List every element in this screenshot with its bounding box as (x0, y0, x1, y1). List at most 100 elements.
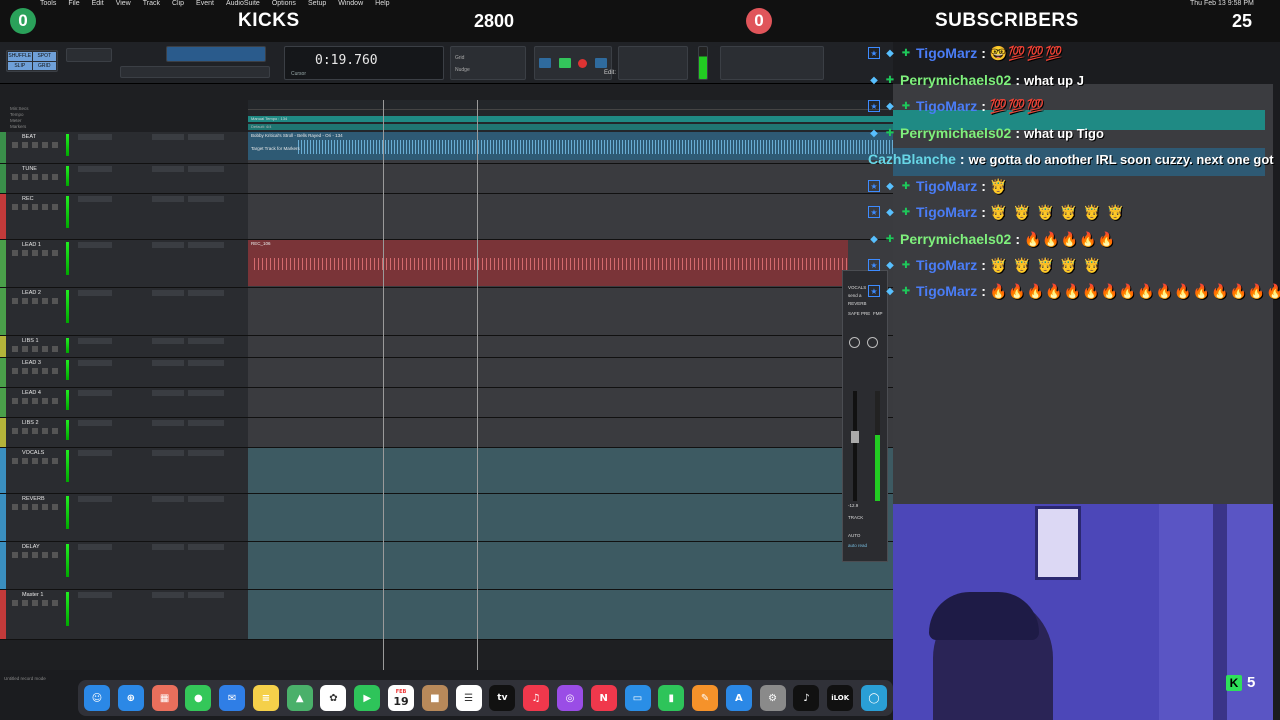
grid-nudge[interactable]: Grid Nudge (450, 46, 526, 80)
track-rec-solo-mute-buttons[interactable] (12, 552, 60, 558)
track-name[interactable]: LEAD 3 (22, 360, 41, 366)
track-name[interactable]: LIBS 2 (22, 420, 39, 426)
track-header-libs-1[interactable]: LIBS 1 (0, 336, 248, 358)
track-header-lead-1[interactable]: LEAD 1 (0, 240, 248, 288)
track-name[interactable]: Master 1 (22, 592, 43, 598)
zoom-controls[interactable] (66, 48, 112, 62)
dock-keynote-icon[interactable]: ▭ (624, 685, 651, 711)
track-lane-reverb[interactable] (248, 494, 893, 542)
track-name[interactable]: VOCALS (22, 450, 44, 456)
dock-maps-icon[interactable]: ▲ (286, 685, 313, 711)
track-io[interactable] (188, 450, 224, 456)
plugin-track-button[interactable]: TRACK (848, 515, 863, 520)
mode-spot-button[interactable]: SPOT (32, 52, 56, 61)
rec-audio-clip[interactable]: REC_106 (248, 240, 848, 286)
track-sends[interactable] (152, 544, 184, 550)
dock-safari-icon[interactable]: ⊕ (117, 685, 144, 711)
track-name[interactable]: LEAD 1 (22, 242, 41, 248)
rewind-button[interactable] (538, 58, 551, 68)
track-header-beat[interactable]: BEAT (0, 132, 248, 164)
chat-username[interactable]: TigoMarz (916, 45, 977, 61)
plugin-auto-mode[interactable]: auto read (848, 543, 867, 548)
dock-ilok-icon[interactable]: iLOK (827, 685, 854, 711)
dock-numbers-icon[interactable]: ▮ (658, 685, 685, 711)
track-sends[interactable] (152, 196, 184, 202)
mac-menu-item-window[interactable]: Window (338, 0, 363, 14)
track-sends[interactable] (152, 420, 184, 426)
dock-launchpad-icon[interactable]: ▦ (151, 685, 178, 711)
beat-audio-clip[interactable]: Bobby Kritical's Stroll - Bells Rayed - … (248, 132, 893, 160)
track-sends[interactable] (152, 592, 184, 598)
track-header-rec[interactable]: REC (0, 194, 248, 240)
track-rec-solo-mute-buttons[interactable] (12, 346, 60, 352)
track-name[interactable]: LEAD 2 (22, 290, 41, 296)
track-sends[interactable] (152, 360, 184, 366)
track-rec-solo-mute-buttons[interactable] (12, 398, 60, 404)
dock-app-store-icon[interactable]: A (725, 685, 752, 711)
track-sends[interactable] (152, 390, 184, 396)
dock-news-icon[interactable]: N (590, 685, 617, 711)
chat-username[interactable]: TigoMarz (916, 98, 977, 114)
track-rec-solo-mute-buttons[interactable] (12, 204, 60, 210)
dock-podcasts-icon[interactable]: ◎ (556, 685, 583, 711)
track-sends[interactable] (152, 496, 184, 502)
track-io[interactable] (188, 592, 224, 598)
track-inserts[interactable] (78, 390, 112, 396)
track-name[interactable]: REC (22, 196, 34, 202)
track-header-delay[interactable]: DELAY (0, 542, 248, 590)
dock-photos-icon[interactable]: ✿ (320, 685, 347, 711)
track-name[interactable]: REVERB (22, 496, 45, 502)
stop-button[interactable] (595, 58, 608, 68)
chat-username[interactable]: Perrymichaels02 (900, 72, 1011, 88)
track-lane-lead-4[interactable] (248, 388, 893, 418)
chat-username[interactable]: TigoMarz (916, 283, 977, 299)
track-lane-lead-2[interactable] (248, 288, 893, 336)
track-name[interactable]: BEAT (22, 134, 36, 140)
track-rec-solo-mute-buttons[interactable] (12, 504, 60, 510)
track-header-lead-2[interactable]: LEAD 2 (0, 288, 248, 336)
track-rec-solo-mute-buttons[interactable] (12, 458, 60, 464)
track-inserts[interactable] (78, 242, 112, 248)
track-header-tune[interactable]: TUNE (0, 164, 248, 194)
track-io[interactable] (188, 496, 224, 502)
track-lane-tune[interactable] (248, 164, 893, 194)
track-rec-solo-mute-buttons[interactable] (12, 250, 60, 256)
record-button[interactable] (578, 58, 588, 68)
track-lane-delay[interactable] (248, 542, 893, 590)
track-name[interactable]: TUNE (22, 166, 37, 172)
track-inserts[interactable] (78, 420, 112, 426)
plugin-safe-label[interactable]: SAFE (848, 311, 860, 316)
track-inserts[interactable] (78, 592, 112, 598)
track-lane-libs-1[interactable] (248, 336, 893, 358)
track-lane-master-1[interactable] (248, 590, 893, 640)
track-sends[interactable] (152, 242, 184, 248)
track-rec-solo-mute-buttons[interactable] (12, 600, 60, 606)
track-rec-solo-mute-buttons[interactable] (12, 142, 60, 148)
track-io[interactable] (188, 360, 224, 366)
plugin-pre-label[interactable]: PRE (861, 311, 870, 316)
track-sends[interactable] (152, 450, 184, 456)
chat-username[interactable]: Perrymichaels02 (900, 231, 1011, 247)
count-off-meter[interactable] (618, 46, 688, 80)
dock-music-icon[interactable]: ♫ (523, 685, 550, 711)
track-rec-solo-mute-buttons[interactable] (12, 428, 60, 434)
mode-slip-button[interactable]: SLIP (8, 61, 32, 70)
volume-fader-handle[interactable] (851, 431, 859, 443)
pan-knob-left[interactable] (849, 337, 860, 348)
mode-grid-button[interactable]: GRID (32, 61, 56, 70)
mac-menu-item-clip[interactable]: Clip (172, 0, 184, 14)
dock-system-settings-icon[interactable]: ⚙ (759, 685, 786, 711)
track-rec-solo-mute-buttons[interactable] (12, 174, 60, 180)
mac-menu-item-help[interactable]: Help (375, 0, 389, 14)
track-name[interactable]: LIBS 1 (22, 338, 39, 344)
track-sends[interactable] (152, 166, 184, 172)
dock-pages-icon[interactable]: ✎ (692, 685, 719, 711)
chat-username[interactable]: TigoMarz (916, 204, 977, 220)
dock-messages-icon[interactable]: ● (185, 685, 212, 711)
track-io[interactable] (188, 166, 224, 172)
track-header-master-1[interactable]: Master 1 (0, 590, 248, 640)
dock-reminders-icon[interactable]: ☰ (455, 685, 482, 711)
track-name[interactable]: DELAY (22, 544, 40, 550)
dock-finder-icon[interactable]: ☺ (84, 685, 110, 711)
track-sends[interactable] (152, 134, 184, 140)
